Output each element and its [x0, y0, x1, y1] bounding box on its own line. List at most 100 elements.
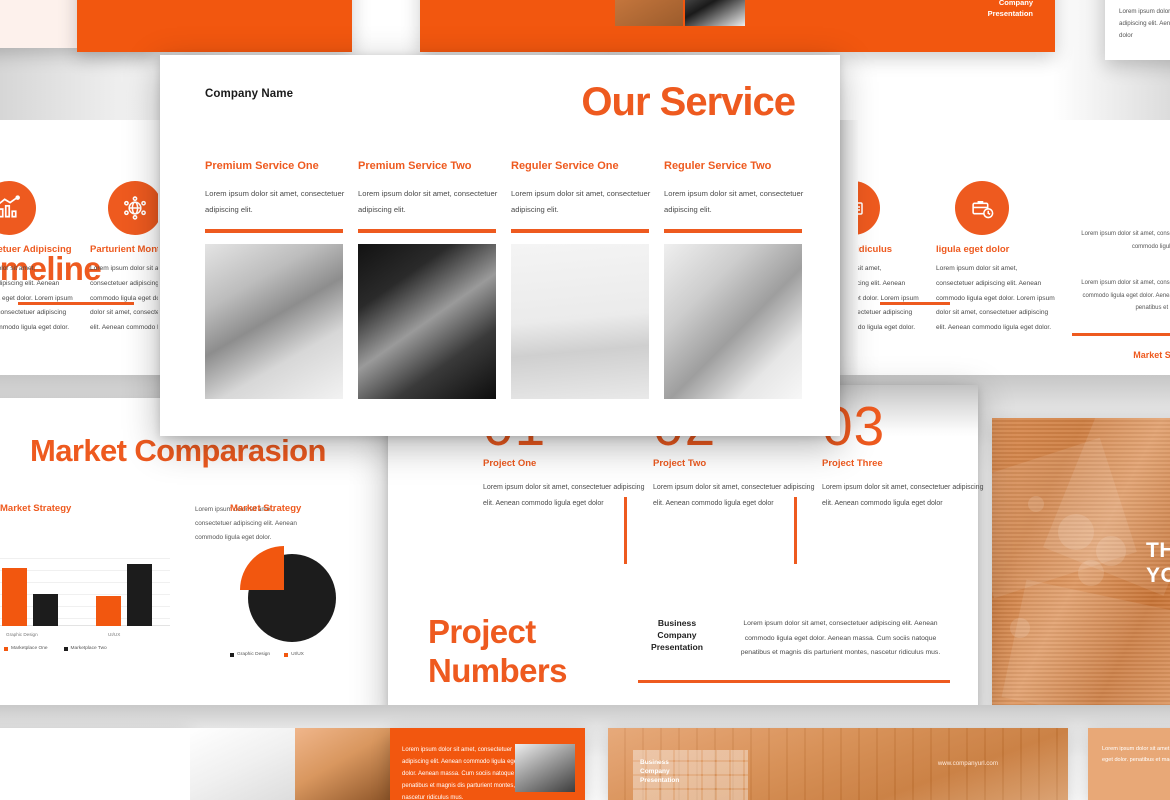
bottom-last-text: Lorem ipsum dolor sit amet, commodo ligu… — [1102, 746, 1170, 764]
legend-label: UI/UX — [291, 652, 304, 657]
bottom-orange-text: Lorem ipsum dolor sit amet, consectetuer… — [402, 747, 519, 800]
decorative-dot — [1078, 560, 1104, 586]
timeline-node-2[interactable] — [108, 181, 162, 235]
timeline-node-4[interactable] — [955, 181, 1009, 235]
service-rule-1 — [205, 229, 343, 233]
service-column-3[interactable]: Reguler Service One Lorem ipsum dolor si… — [511, 160, 651, 217]
slide-thank-you[interactable]: THANK YOU — [992, 418, 1170, 716]
project-title-line2: Numbers — [428, 651, 567, 689]
project-head-2: Project Two — [653, 458, 707, 470]
project-item-3[interactable]: 03 Project Three Lorem ipsum dolor sit a… — [822, 398, 987, 511]
service-column-2[interactable]: Premium Service Two Lorem ipsum dolor si… — [358, 160, 498, 217]
market-left-head: Market Strategy — [0, 503, 72, 514]
slide-bottom-last[interactable]: Lorem ipsum dolor sit amet, commodo ligu… — [1088, 728, 1170, 800]
bar-xtick-1: UI/UX — [108, 632, 121, 637]
thank-you-line1: THANK — [1146, 539, 1170, 562]
legend-swatch — [284, 652, 289, 657]
chart-growth-icon — [0, 181, 36, 235]
legend-swatch — [4, 646, 8, 651]
bar-graphic-design-marketplace-two — [33, 594, 58, 626]
timeline-node-1[interactable] — [0, 181, 36, 235]
service-head-2: Premium Service Two — [358, 160, 472, 172]
service-head-3: Reguler Service One — [511, 160, 619, 172]
service-image-3 — [511, 244, 649, 399]
cover-photo-a — [615, 0, 683, 26]
pie-chart-legend: Graphic Design UI/UX — [230, 652, 304, 657]
service-head-1: Premium Service One — [205, 160, 319, 172]
service-rule-2 — [358, 229, 496, 233]
bottom-orange-photo — [515, 744, 575, 792]
project-title: Project Numbers — [428, 613, 567, 691]
market-right-block: Market Strategy Lorem ipsum dolor sit am… — [230, 503, 527, 541]
service-body-1: Lorem ipsum dolor sit amet, consectetuer… — [205, 189, 345, 214]
pie-chart — [240, 546, 336, 642]
timeline-node-1-head: Consectetuer Adipiscing — [0, 244, 72, 255]
service-image-2 — [358, 244, 496, 399]
service-head-4: Reguler Service Two — [664, 160, 772, 172]
thank-you-text: THANK YOU — [1146, 538, 1170, 588]
bar-chart-legend: Marketplace One Marketplace Two — [4, 646, 107, 651]
slide-top-right[interactable]: Lorem ipsum dolor sit amet, consectetuer… — [1105, 0, 1170, 60]
market-title: Market Comparasion — [30, 433, 326, 468]
briefcase-clock-icon — [955, 181, 1009, 235]
decorative-dot — [1010, 618, 1030, 638]
bar-xtick-0: Graphic Design — [6, 632, 38, 637]
service-column-4[interactable]: Reguler Service Two Lorem ipsum dolor si… — [664, 160, 804, 217]
service-rule-3 — [511, 229, 649, 233]
bottom-keyboard-tagline: Business Company Presentation — [640, 759, 680, 785]
presentation-template-preview: www.companyurl.com ridiculus mus. Busine… — [0, 0, 1170, 800]
service-body-4: Lorem ipsum dolor sit amet, consectetuer… — [664, 189, 804, 214]
slide-bottom-keyboard[interactable]: Business Company Presentation www.compan… — [608, 728, 1068, 800]
project-head-3: Project Three — [822, 458, 883, 470]
project-divider — [794, 497, 797, 564]
timeline-right-p2: Lorem ipsum dolor sit amet, consectetuer… — [1081, 280, 1170, 312]
our-service-title: Our Service — [581, 80, 796, 124]
cover-tagline: Business Company Presentation — [988, 0, 1033, 19]
cover-photo-b — [685, 0, 745, 26]
project-description: Lorem ipsum dolor sit amet, consectetuer… — [740, 620, 941, 657]
cover-tagline-line3: Presentation — [987, 8, 1033, 18]
project-head-1: Project One — [483, 458, 537, 470]
project-divider — [624, 497, 627, 564]
slide-cover-orange[interactable]: www.companyurl.com — [77, 0, 352, 52]
timeline-node-1-body: Lorem ipsum dolor sit amet, consectetuer… — [0, 265, 73, 332]
slide-cover-right[interactable]: ridiculus mus. Business Company Presenta… — [420, 0, 1055, 52]
slide-bottom-orange[interactable]: Lorem ipsum dolor sit amet, consectetuer… — [390, 728, 585, 800]
top-right-body-text: Lorem ipsum dolor sit amet, consectetuer… — [1119, 8, 1170, 40]
bottom-keyboard-url: www.companyurl.com — [937, 760, 998, 767]
legend-swatch — [63, 646, 68, 651]
project-body-3: Lorem ipsum dolor sit amet, consectetuer… — [822, 484, 984, 507]
project-tagline: Business Company Presentation — [650, 618, 704, 653]
pie-legend-item-0: Graphic Design — [230, 652, 270, 657]
service-body-2: Lorem ipsum dolor sit amet, consectetuer… — [358, 189, 498, 214]
slide-bottom-photo-white[interactable] — [190, 728, 295, 800]
legend-label: Graphic Design — [237, 652, 271, 657]
decorative-dot — [1058, 514, 1094, 550]
slide-bottom-photo-skin[interactable] — [295, 728, 390, 800]
legend-label: Marketplace One — [11, 646, 48, 651]
bar-uiux-marketplace-two — [127, 564, 152, 626]
slide-bottom-white[interactable] — [0, 728, 190, 800]
market-right-head: Market Strategy — [230, 503, 302, 514]
timeline-right-head: Market Strategy — [1133, 349, 1170, 360]
slide-our-service[interactable]: Company Name Our Service Premium Service… — [160, 55, 840, 436]
company-name-label: Company Name — [205, 88, 294, 100]
cover-tagline-line2: Company — [998, 0, 1033, 8]
decorative-dot — [1028, 496, 1044, 512]
timeline-right-rule — [1072, 332, 1170, 336]
pie-legend-item-1: UI/UX — [284, 652, 304, 657]
thank-you-line2: YOU — [1146, 564, 1170, 588]
project-title-line1: Project — [428, 613, 536, 650]
bar-legend-item-0: Marketplace One — [4, 646, 48, 651]
legend-swatch — [230, 652, 234, 657]
bar-chart: Graphic Design UI/UX — [0, 558, 170, 640]
legend-label: Marketplace Two — [70, 646, 107, 651]
bar-uiux-marketplace-one — [96, 596, 121, 626]
service-column-1[interactable]: Premium Service One Lorem ipsum dolor si… — [205, 160, 345, 217]
service-rule-4 — [664, 229, 802, 233]
service-image-1 — [205, 244, 343, 399]
timeline-node-4-body: Lorem ipsum dolor sit amet, consectetuer… — [936, 265, 1055, 332]
bar-legend-item-1: Marketplace Two — [63, 646, 107, 651]
network-globe-icon — [108, 181, 162, 235]
bar-graphic-design-marketplace-one — [2, 568, 27, 626]
